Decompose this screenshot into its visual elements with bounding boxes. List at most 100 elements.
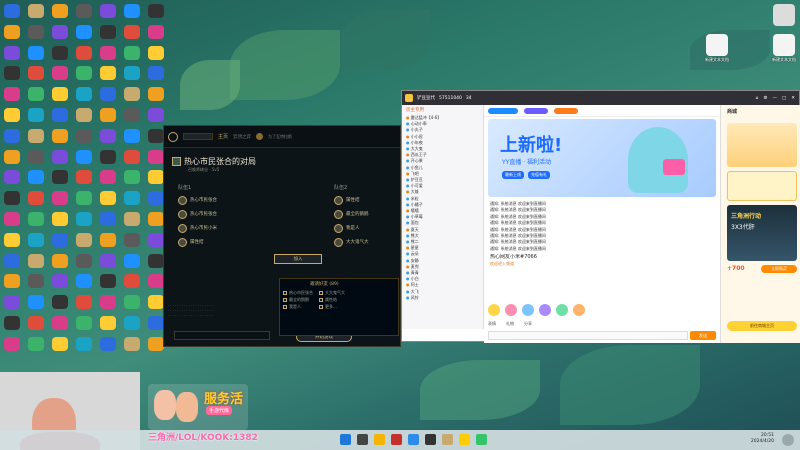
desktop-app-icon[interactable] xyxy=(100,128,116,143)
desktop-app-icon[interactable] xyxy=(148,295,164,310)
promo-card[interactable]: 三角洲行动 3X3代肝 xyxy=(727,205,797,261)
desktop-app-icon[interactable] xyxy=(4,191,20,206)
desktop-app-icon[interactable] xyxy=(28,149,44,164)
desktop-app-icon[interactable] xyxy=(148,253,164,268)
desktop-app-icon[interactable] xyxy=(100,253,116,268)
checkbox[interactable] xyxy=(283,290,287,295)
desktop-app-icon[interactable] xyxy=(100,149,116,164)
gift-icon[interactable] xyxy=(505,304,517,316)
yy-icon[interactable] xyxy=(459,434,470,445)
desktop-app-icon[interactable] xyxy=(28,4,44,18)
desktop-app-icon[interactable] xyxy=(52,232,68,247)
desktop-app-icon[interactable] xyxy=(28,253,44,268)
desktop-app-icon[interactable] xyxy=(4,274,20,289)
desktop-app-icon[interactable] xyxy=(4,149,20,164)
gift-icon[interactable] xyxy=(539,304,551,316)
desktop-app-icon[interactable] xyxy=(28,191,44,206)
desktop-app-icon[interactable] xyxy=(100,191,116,206)
invite-menu-item[interactable]: 大大鬼气大 xyxy=(319,289,345,296)
desktop-app-icon[interactable] xyxy=(76,191,92,206)
desktop-app-icon[interactable] xyxy=(124,149,140,164)
desktop-app-icon[interactable] xyxy=(100,66,116,81)
desktop-app-icon[interactable] xyxy=(100,45,116,60)
desktop-app-icon[interactable] xyxy=(124,212,140,226)
gift-icon[interactable] xyxy=(573,304,585,316)
desktop-app-icon[interactable] xyxy=(148,232,164,247)
desktop-app-icon[interactable] xyxy=(124,24,140,39)
desktop-app-icon[interactable] xyxy=(28,108,44,122)
desktop-app-icon[interactable] xyxy=(76,316,92,330)
desktop-app-icon[interactable] xyxy=(4,24,20,39)
desktop-app-icon[interactable] xyxy=(52,45,68,60)
desktop-app-icon[interactable] xyxy=(76,274,92,289)
desktop-app-icon[interactable] xyxy=(124,170,140,185)
desktop-app-icon[interactable] xyxy=(100,232,116,247)
desktop-app-icon[interactable] xyxy=(28,316,44,330)
desktop-app-icon[interactable] xyxy=(4,108,20,122)
join-button[interactable]: 加入 xyxy=(274,254,322,264)
nav-event[interactable]: 为了瓦特拉斯 xyxy=(268,134,292,140)
desktop-app-icon[interactable] xyxy=(124,316,140,330)
desktop-app-icon[interactable] xyxy=(52,191,68,206)
desktop-app-icon[interactable] xyxy=(4,232,20,247)
desktop-app-icon[interactable] xyxy=(148,87,164,102)
desktop-app-icon[interactable] xyxy=(148,24,164,39)
desktop-app-icon[interactable] xyxy=(124,191,140,206)
desktop-app-icon[interactable] xyxy=(76,336,92,351)
notification-icon[interactable] xyxy=(782,434,794,446)
desktop-app-icon[interactable] xyxy=(4,253,20,268)
buy-button[interactable]: 立即购买 xyxy=(761,265,797,273)
desktop-app-icon[interactable] xyxy=(4,336,20,351)
desktop-app-icon[interactable] xyxy=(76,66,92,81)
share-button[interactable]: 分享 xyxy=(524,321,532,329)
tab-badge[interactable] xyxy=(554,107,578,114)
desktop-app-icon[interactable] xyxy=(28,232,44,247)
desktop-app-icon[interactable] xyxy=(52,24,68,39)
checkbox[interactable] xyxy=(319,290,323,295)
desktop-app-icon[interactable] xyxy=(100,4,116,18)
desktop-app-icon[interactable] xyxy=(124,45,140,60)
desktop-app-icon[interactable] xyxy=(148,149,164,164)
desktop-app-icon[interactable] xyxy=(124,128,140,143)
lobby-chat-input[interactable] xyxy=(174,331,270,340)
nav-tft[interactable]: 云顶之弈 xyxy=(233,134,251,140)
desktop-app-icon[interactable] xyxy=(100,108,116,122)
desktop-app-icon[interactable] xyxy=(28,212,44,226)
team1-slot[interactable]: 属性结 xyxy=(178,236,204,248)
desktop-app-icon[interactable] xyxy=(76,170,92,185)
desktop-app-icon[interactable] xyxy=(4,45,20,60)
file-icon[interactable] xyxy=(773,4,795,26)
desktop-app-icon[interactable] xyxy=(148,128,164,143)
desktop-app-icon[interactable] xyxy=(76,212,92,226)
desktop-app-icon[interactable] xyxy=(148,336,164,351)
desktop-app-icon[interactable] xyxy=(124,336,140,351)
user-list-item[interactable]: ● 风铃 xyxy=(402,295,483,301)
desktop-app-icon[interactable] xyxy=(52,170,68,185)
desktop-app-icon[interactable] xyxy=(76,232,92,247)
desktop-app-icon[interactable] xyxy=(52,295,68,310)
checkbox[interactable] xyxy=(319,304,323,309)
desktop-app-icon[interactable] xyxy=(148,66,164,81)
desktop-app-icon[interactable] xyxy=(148,4,164,18)
text-file-icon[interactable] xyxy=(706,34,728,56)
desktop-app-icon[interactable] xyxy=(52,66,68,81)
desktop-app-icon[interactable] xyxy=(100,336,116,351)
start-icon[interactable] xyxy=(340,434,351,445)
app-icon[interactable] xyxy=(391,434,402,445)
desktop-app-icon[interactable] xyxy=(4,87,20,102)
send-button[interactable]: 发送 xyxy=(690,331,716,340)
desktop-app-icon[interactable] xyxy=(28,336,44,351)
mission-icon[interactable] xyxy=(256,133,264,140)
invite-menu-item[interactable]: 更多... xyxy=(319,303,345,310)
system-clock[interactable]: 20:51 2024/4/20 xyxy=(751,433,774,445)
desktop-app-icon[interactable] xyxy=(100,212,116,226)
desktop-app-icon[interactable] xyxy=(28,295,44,310)
desktop-app-icon[interactable] xyxy=(76,128,92,143)
close-icon[interactable]: ✕ xyxy=(791,96,795,101)
gift-icon[interactable] xyxy=(556,304,568,316)
desktop-app-icon[interactable] xyxy=(148,274,164,289)
desktop-app-icon[interactable] xyxy=(52,316,68,330)
desktop-app-icon[interactable] xyxy=(100,170,116,185)
desktop-app-icon[interactable] xyxy=(28,274,44,289)
desktop-app-icon[interactable] xyxy=(100,24,116,39)
